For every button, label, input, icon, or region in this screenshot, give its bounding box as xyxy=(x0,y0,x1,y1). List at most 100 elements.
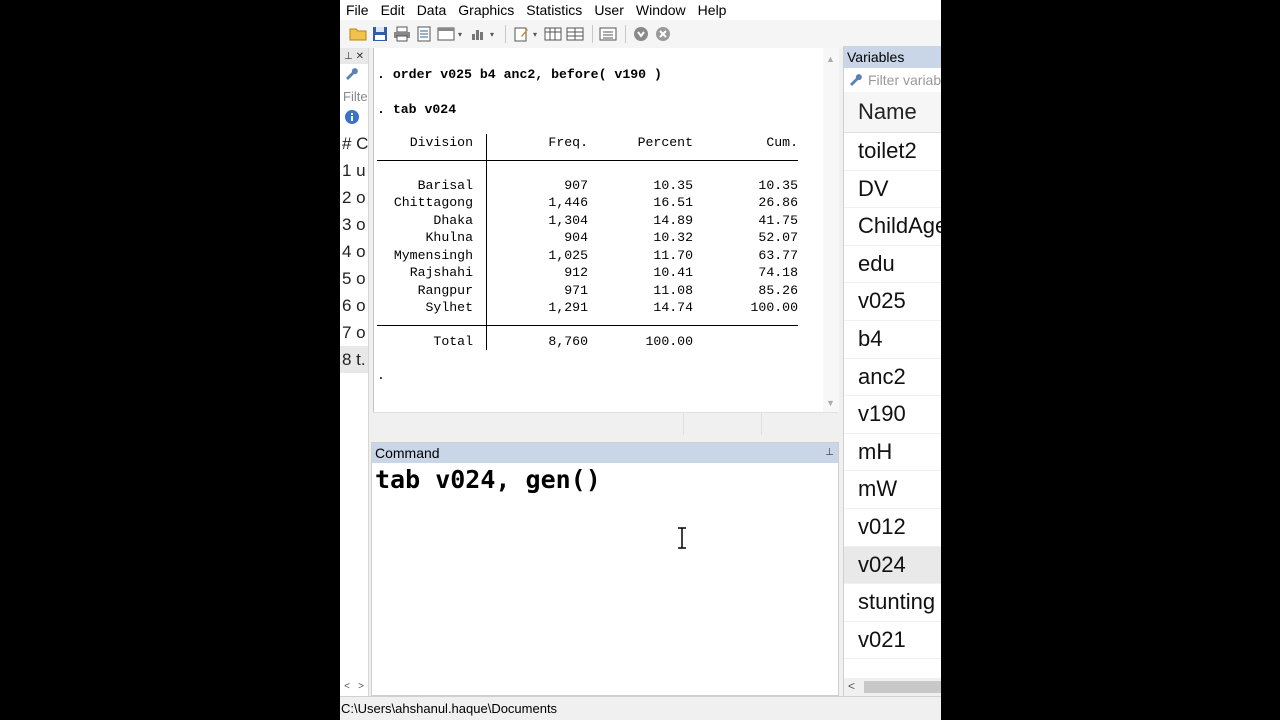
table-row: Khulna 904 10.32 52.07 xyxy=(377,229,798,247)
cell-division: Rangpur xyxy=(417,282,473,298)
data-editor-edit-icon[interactable] xyxy=(543,24,563,44)
history-item[interactable]: 6 o xyxy=(340,292,368,319)
wrench-icon[interactable] xyxy=(848,72,862,89)
cell-freq: 912 xyxy=(564,265,588,280)
variable-item[interactable]: mH xyxy=(844,434,941,472)
scroll-right-icon[interactable]: > xyxy=(358,681,364,692)
history-info xyxy=(340,108,368,130)
cell-cum: 74.18 xyxy=(758,265,798,280)
variables-filter-input[interactable]: Filter variables here xyxy=(868,72,941,88)
menu-window[interactable]: Window xyxy=(630,0,692,20)
scroll-left-icon[interactable]: < xyxy=(344,681,350,692)
viewer-icon[interactable] xyxy=(436,24,456,44)
break-icon[interactable] xyxy=(653,24,673,44)
pin-icon[interactable]: ⊥ xyxy=(825,443,834,463)
variable-item[interactable]: toilet2 xyxy=(844,133,941,171)
variable-item[interactable]: ChildAge xyxy=(844,208,941,246)
results-scrollbar[interactable]: ▲ ▼ xyxy=(823,48,839,412)
variable-item[interactable]: mW xyxy=(844,471,941,509)
cell-percent: 10.35 xyxy=(653,177,693,193)
variable-item[interactable]: DV xyxy=(844,171,941,209)
history-filter-input[interactable]: Filte xyxy=(340,86,368,108)
scrollbar-thumb[interactable] xyxy=(864,681,941,693)
history-header: ⊥ ✕ xyxy=(340,48,368,64)
cell-percent: 10.32 xyxy=(653,230,693,245)
variables-column-name[interactable]: Name xyxy=(844,92,941,133)
data-editor-browse-icon[interactable] xyxy=(565,24,585,44)
history-column-header[interactable]: # C xyxy=(340,130,368,157)
history-item[interactable]: 8 t. xyxy=(340,346,368,373)
history-item[interactable]: 7 o xyxy=(340,319,368,346)
variable-item[interactable]: edu xyxy=(844,246,941,284)
working-directory: C:\Users\ahshanul.haque\Documents xyxy=(341,701,558,716)
viewer-dropdown-icon[interactable]: ▾ xyxy=(458,24,464,44)
table-total-row: Total 8,760 100.00 xyxy=(377,333,798,351)
results-command-line: . tab v024 xyxy=(377,102,457,117)
menu-statistics[interactable]: Statistics xyxy=(520,0,588,20)
menu-bar: File Edit Data Graphics Statistics User … xyxy=(340,0,941,20)
history-item[interactable]: 4 o xyxy=(340,238,368,265)
history-item[interactable]: 1 u xyxy=(340,157,368,184)
scroll-left-icon[interactable]: < xyxy=(848,679,855,693)
print-icon[interactable] xyxy=(392,24,412,44)
variable-item[interactable]: b4 xyxy=(844,321,941,359)
info-icon[interactable] xyxy=(344,109,360,130)
menu-data[interactable]: Data xyxy=(411,0,453,20)
toolbar-divider xyxy=(505,25,506,43)
graph-icon[interactable] xyxy=(468,24,488,44)
cell-percent: 10.41 xyxy=(653,265,693,280)
save-icon[interactable] xyxy=(370,24,390,44)
variable-item[interactable]: v024 xyxy=(844,546,941,585)
more-icon[interactable] xyxy=(631,24,651,44)
scroll-down-icon[interactable]: ▼ xyxy=(826,398,835,408)
history-scrollbar[interactable]: < > xyxy=(340,676,368,696)
history-item[interactable]: 3 o xyxy=(340,211,368,238)
table-row: Rangpur 971 11.08 85.26 xyxy=(377,282,798,300)
status-segment xyxy=(683,413,762,435)
cell-percent: 14.89 xyxy=(653,212,693,228)
command-pane: Command ⊥ tab v024, gen() xyxy=(371,442,839,696)
results-pane: . order v025 b4 anc2, before( v190 ) . t… xyxy=(373,48,839,412)
cell-division: Sylhet xyxy=(425,300,473,315)
variable-item[interactable]: anc2 xyxy=(844,359,941,397)
command-header: Command ⊥ xyxy=(372,443,838,463)
graph-dropdown-icon[interactable]: ▾ xyxy=(490,24,496,44)
menu-file[interactable]: File xyxy=(340,0,375,20)
command-input[interactable]: tab v024, gen() xyxy=(372,463,838,494)
cell-cum: Cum. xyxy=(766,135,798,150)
log-icon[interactable] xyxy=(414,24,434,44)
cell-freq: 904 xyxy=(564,230,588,245)
table-rule xyxy=(377,159,798,161)
table-row: Rajshahi 912 10.41 74.18 xyxy=(377,264,798,282)
variable-item[interactable]: v190 xyxy=(844,396,941,434)
do-file-editor-icon[interactable] xyxy=(511,24,531,44)
open-folder-icon[interactable] xyxy=(348,24,368,44)
variable-item[interactable]: v012 xyxy=(844,509,941,547)
cell-cum: 100.00 xyxy=(750,300,798,315)
variable-item[interactable]: stunting xyxy=(844,584,941,622)
do-file-dropdown-icon[interactable]: ▾ xyxy=(533,24,539,44)
wrench-icon[interactable] xyxy=(344,66,358,85)
table-header-row: Division Freq. Percent Cum. xyxy=(377,134,798,152)
results-prompt: . xyxy=(377,368,385,383)
history-item[interactable]: 5 o xyxy=(340,265,368,292)
cell-division: Barisal xyxy=(417,177,473,193)
menu-edit[interactable]: Edit xyxy=(375,0,411,20)
cell-cum: 41.75 xyxy=(758,212,798,228)
variables-scrollbar[interactable]: < xyxy=(844,678,941,696)
variable-item[interactable]: v025 xyxy=(844,283,941,321)
variables-manager-icon[interactable] xyxy=(598,24,618,44)
pin-icon[interactable]: ⊥ xyxy=(344,51,353,62)
menu-user[interactable]: User xyxy=(588,0,630,20)
cell-division: Chittagong xyxy=(393,195,473,210)
history-item[interactable]: 2 o xyxy=(340,184,368,211)
close-icon[interactable]: ✕ xyxy=(356,51,364,62)
cell-freq: 8,760 xyxy=(548,333,588,349)
scroll-up-icon[interactable]: ▲ xyxy=(826,54,835,64)
variable-item[interactable]: v021 xyxy=(844,622,941,660)
cell-division: Mymensingh xyxy=(393,247,473,263)
cell-division: Khulna xyxy=(425,230,473,245)
menu-graphics[interactable]: Graphics xyxy=(452,0,520,20)
menu-help[interactable]: Help xyxy=(692,0,733,20)
cell-division: Division xyxy=(409,135,473,150)
